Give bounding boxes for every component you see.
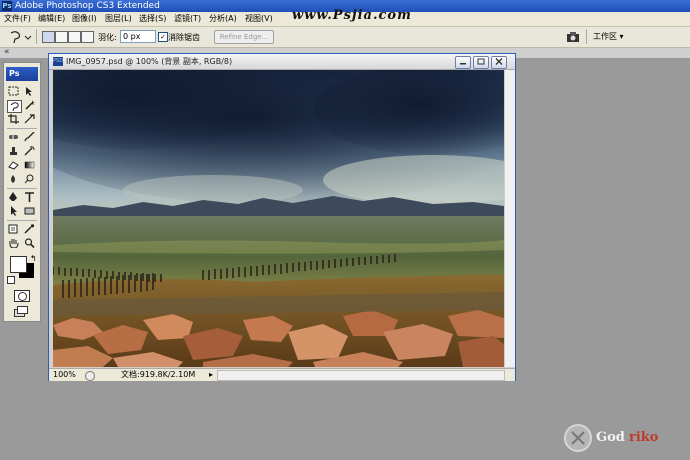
menu-file[interactable]: 文件(F)	[4, 14, 31, 24]
toolbox-divider	[7, 220, 37, 221]
type-tool-icon[interactable]	[23, 192, 36, 203]
add-selection-icon[interactable]	[55, 31, 68, 43]
maximize-button[interactable]	[473, 56, 489, 69]
blur-tool-icon[interactable]	[7, 174, 20, 185]
refine-edge-button[interactable]: Refine Edge...	[214, 30, 274, 44]
options-bar: 羽化: 0 px ✓ 消除锯齿 Refine Edge... 工作区 ▾	[0, 27, 690, 48]
menu-analysis[interactable]: 分析(A)	[209, 14, 237, 24]
intersect-selection-icon[interactable]	[81, 31, 94, 43]
feather-input[interactable]: 0 px	[120, 30, 156, 43]
toolbox: Ps ↰	[3, 62, 41, 322]
menu-view[interactable]: 视图(V)	[245, 14, 273, 24]
subtract-selection-icon[interactable]	[68, 31, 81, 43]
logo-text: God	[596, 430, 625, 445]
default-colors-icon[interactable]	[7, 276, 15, 284]
toolbox-divider	[7, 128, 37, 129]
toolbox-divider	[7, 188, 37, 189]
logo-accent-text: riko	[629, 430, 659, 445]
clone-stamp-tool-icon[interactable]	[7, 146, 20, 157]
history-brush-tool-icon[interactable]	[23, 146, 36, 157]
marquee-tool-icon[interactable]	[7, 86, 20, 97]
zoom-level[interactable]: 100%	[53, 369, 76, 381]
workspace-menu-button[interactable]: 工作区 ▾	[593, 31, 624, 42]
document-title: IMG_0957.psd @ 100% (背景 副本, RGB/8)	[66, 57, 233, 66]
menu-select[interactable]: 选择(S)	[139, 14, 166, 24]
options-divider	[36, 29, 37, 44]
vertical-scrollbar[interactable]	[504, 70, 515, 367]
palette-well-icon[interactable]	[566, 31, 582, 43]
screen-mode-icon[interactable]	[14, 306, 28, 317]
site-watermark: www.Psjia.com	[292, 8, 412, 23]
antialias-label: 消除锯齿	[168, 33, 200, 42]
brush-tool-icon[interactable]	[23, 131, 36, 143]
menu-edit[interactable]: 编辑(E)	[38, 14, 65, 24]
feather-label: 羽化:	[98, 33, 117, 42]
minimize-button[interactable]	[455, 56, 471, 69]
eraser-tool-icon[interactable]	[7, 160, 20, 171]
lasso-tool-preset-icon[interactable]	[8, 30, 32, 44]
godriko-logo: God riko	[564, 424, 659, 452]
foreground-color-swatch[interactable]	[10, 256, 27, 273]
image-canvas[interactable]	[53, 70, 504, 367]
menu-filter[interactable]: 滤镜(T)	[174, 14, 201, 24]
dodge-tool-icon[interactable]	[23, 174, 36, 185]
collapse-icon[interactable]: «	[4, 47, 10, 57]
rectangle-tool-icon[interactable]	[23, 206, 36, 217]
slice-tool-icon[interactable]	[23, 114, 36, 125]
document-title-bar[interactable]: PSD IMG_0957.psd @ 100% (背景 副本, RGB/8)	[49, 54, 515, 70]
lasso-tool-icon[interactable]	[7, 100, 22, 113]
hand-tool-icon[interactable]	[7, 238, 20, 249]
photoshop-app-icon: Ps	[2, 1, 12, 11]
psd-file-icon: PSD	[53, 57, 64, 66]
pen-tool-icon[interactable]	[7, 192, 20, 203]
magic-wand-tool-icon[interactable]	[23, 100, 36, 111]
notes-tool-icon[interactable]	[7, 224, 20, 235]
options-divider	[586, 29, 587, 44]
antialias-checkbox[interactable]: ✓	[158, 32, 168, 42]
swap-colors-icon[interactable]: ↰	[30, 254, 37, 263]
gradient-tool-icon[interactable]	[23, 160, 36, 171]
new-selection-icon[interactable]	[42, 31, 55, 43]
zoom-tool-icon[interactable]	[23, 238, 36, 249]
horizontal-scrollbar[interactable]	[217, 370, 505, 381]
healing-brush-tool-icon[interactable]	[7, 132, 20, 143]
menu-image[interactable]: 图像(I)	[72, 14, 97, 24]
status-info-icon[interactable]	[85, 371, 95, 381]
status-menu-arrow-icon[interactable]: ▸	[209, 369, 213, 381]
menu-layer[interactable]: 图层(L)	[105, 14, 132, 24]
path-selection-tool-icon[interactable]	[7, 206, 20, 217]
toolbox-ps-logo[interactable]: Ps	[6, 67, 38, 81]
document-size: 文档:919.8K/2.10M	[121, 370, 196, 379]
window-title: Adobe Photoshop CS3 Extended	[15, 1, 160, 11]
quick-mask-icon[interactable]	[14, 290, 30, 302]
move-tool-icon[interactable]	[23, 86, 36, 97]
close-button[interactable]	[491, 56, 507, 69]
document-window[interactable]: PSD IMG_0957.psd @ 100% (背景 副本, RGB/8) 1…	[48, 53, 516, 381]
eyedropper-tool-icon[interactable]	[23, 224, 36, 235]
crop-tool-icon[interactable]	[7, 114, 20, 125]
document-status-bar: 100% 文档:919.8K/2.10M ▸	[49, 368, 515, 381]
